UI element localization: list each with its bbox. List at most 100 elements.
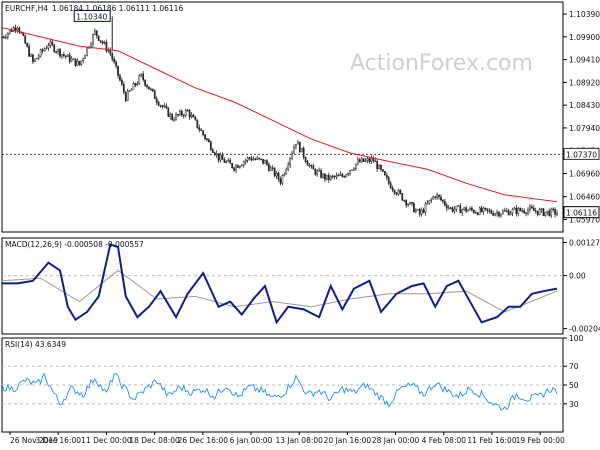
candle-body bbox=[467, 209, 469, 212]
candle-body bbox=[237, 165, 239, 168]
candle-body bbox=[70, 58, 73, 62]
candle-body bbox=[57, 49, 59, 52]
candle-body bbox=[517, 207, 520, 214]
candle-body bbox=[30, 54, 32, 57]
candle-body bbox=[385, 174, 388, 178]
candle-body bbox=[447, 207, 450, 209]
candle-body bbox=[115, 61, 117, 67]
candle-body bbox=[16, 27, 19, 31]
candle-body bbox=[304, 157, 307, 162]
candle-body bbox=[399, 190, 402, 194]
candle-body bbox=[387, 177, 390, 184]
candle-body bbox=[210, 141, 212, 151]
candle-body bbox=[420, 209, 423, 215]
candle-body bbox=[266, 160, 268, 165]
candle-body bbox=[395, 192, 398, 195]
xtick-label: 20 Jan 16:00 bbox=[324, 436, 372, 445]
candle-body bbox=[507, 210, 510, 216]
candle-body bbox=[124, 91, 127, 101]
candle-body bbox=[492, 213, 495, 216]
candle-body bbox=[239, 165, 241, 168]
macd-ytick-label: 0.001279 bbox=[569, 238, 600, 247]
xtick-label: 3 Dec 16:00 bbox=[35, 436, 81, 445]
candle-body bbox=[273, 167, 276, 177]
candle-body bbox=[179, 110, 181, 116]
candle-body bbox=[335, 175, 338, 178]
candle-body bbox=[362, 158, 365, 162]
candle-body bbox=[86, 47, 88, 56]
candle-body bbox=[503, 210, 506, 212]
candle-body bbox=[531, 206, 533, 209]
candle-body bbox=[24, 35, 27, 44]
candle-body bbox=[61, 54, 63, 57]
candle-body bbox=[341, 174, 344, 177]
candle-body bbox=[90, 43, 92, 48]
candle-body bbox=[391, 188, 394, 191]
candle-body bbox=[157, 102, 160, 106]
macd-signal-line bbox=[1, 269, 558, 313]
candle-body bbox=[333, 175, 336, 178]
candle-body bbox=[500, 213, 502, 217]
candle-body bbox=[235, 165, 237, 171]
candle-body bbox=[422, 209, 425, 213]
xtick-label: 26 Dec 16:00 bbox=[178, 436, 229, 445]
candle-body bbox=[329, 175, 332, 180]
candle-body bbox=[171, 113, 174, 121]
candle-body bbox=[126, 90, 129, 101]
candle-body bbox=[140, 73, 143, 77]
candle-body bbox=[202, 130, 204, 135]
macd-pane-title: MACD(12,26,9) -0.000508 -0.000557 bbox=[5, 240, 144, 249]
candle-body bbox=[536, 211, 539, 215]
candle-body bbox=[8, 29, 11, 34]
candle-body bbox=[74, 58, 77, 66]
candle-body bbox=[345, 174, 348, 178]
candle-body bbox=[246, 157, 249, 161]
candle-body bbox=[308, 165, 311, 167]
candle-body bbox=[407, 204, 409, 206]
candle-body bbox=[47, 45, 50, 49]
candle-body bbox=[101, 41, 104, 44]
candle-body bbox=[455, 205, 458, 210]
candle-body bbox=[5, 36, 7, 39]
rsi-pane-title: RSI(14) 43.6349 bbox=[5, 340, 66, 349]
candle-body bbox=[445, 204, 448, 209]
candle-body bbox=[527, 209, 529, 214]
candle-body bbox=[287, 164, 290, 170]
candle-body bbox=[229, 159, 232, 164]
rsi-line bbox=[1, 372, 558, 411]
price-ytick-label: 1.08920 bbox=[569, 78, 600, 87]
candle-body bbox=[153, 90, 156, 99]
candle-body bbox=[542, 208, 545, 216]
candle-body bbox=[138, 75, 141, 84]
candle-body bbox=[78, 60, 81, 66]
candle-body bbox=[211, 149, 214, 153]
candle-body bbox=[486, 208, 489, 211]
candle-body bbox=[337, 175, 340, 177]
candle-body bbox=[182, 114, 185, 117]
candle-body bbox=[268, 164, 270, 171]
candle-body bbox=[403, 199, 406, 202]
candle-body bbox=[35, 57, 38, 60]
candle-body bbox=[155, 98, 158, 103]
candle-body bbox=[122, 84, 125, 93]
candle-body bbox=[314, 168, 317, 175]
candle-body bbox=[310, 165, 313, 167]
candle-body bbox=[438, 194, 440, 198]
candle-body bbox=[300, 147, 303, 153]
candle-body bbox=[413, 203, 415, 213]
candle-body bbox=[463, 207, 466, 210]
xtick-label: 4 Feb 08:00 bbox=[422, 436, 467, 445]
candle-body bbox=[132, 83, 135, 90]
candle-body bbox=[146, 84, 148, 88]
candle-body bbox=[217, 153, 220, 161]
candle-body bbox=[418, 209, 421, 215]
candle-body bbox=[68, 54, 71, 62]
candle-body bbox=[289, 157, 291, 166]
candle-body bbox=[194, 116, 197, 121]
candle-body bbox=[480, 207, 483, 212]
candle-body bbox=[322, 173, 324, 178]
candle-body bbox=[306, 161, 309, 166]
candle-body bbox=[426, 203, 429, 205]
candle-body bbox=[184, 110, 187, 116]
candle-body bbox=[161, 105, 164, 107]
